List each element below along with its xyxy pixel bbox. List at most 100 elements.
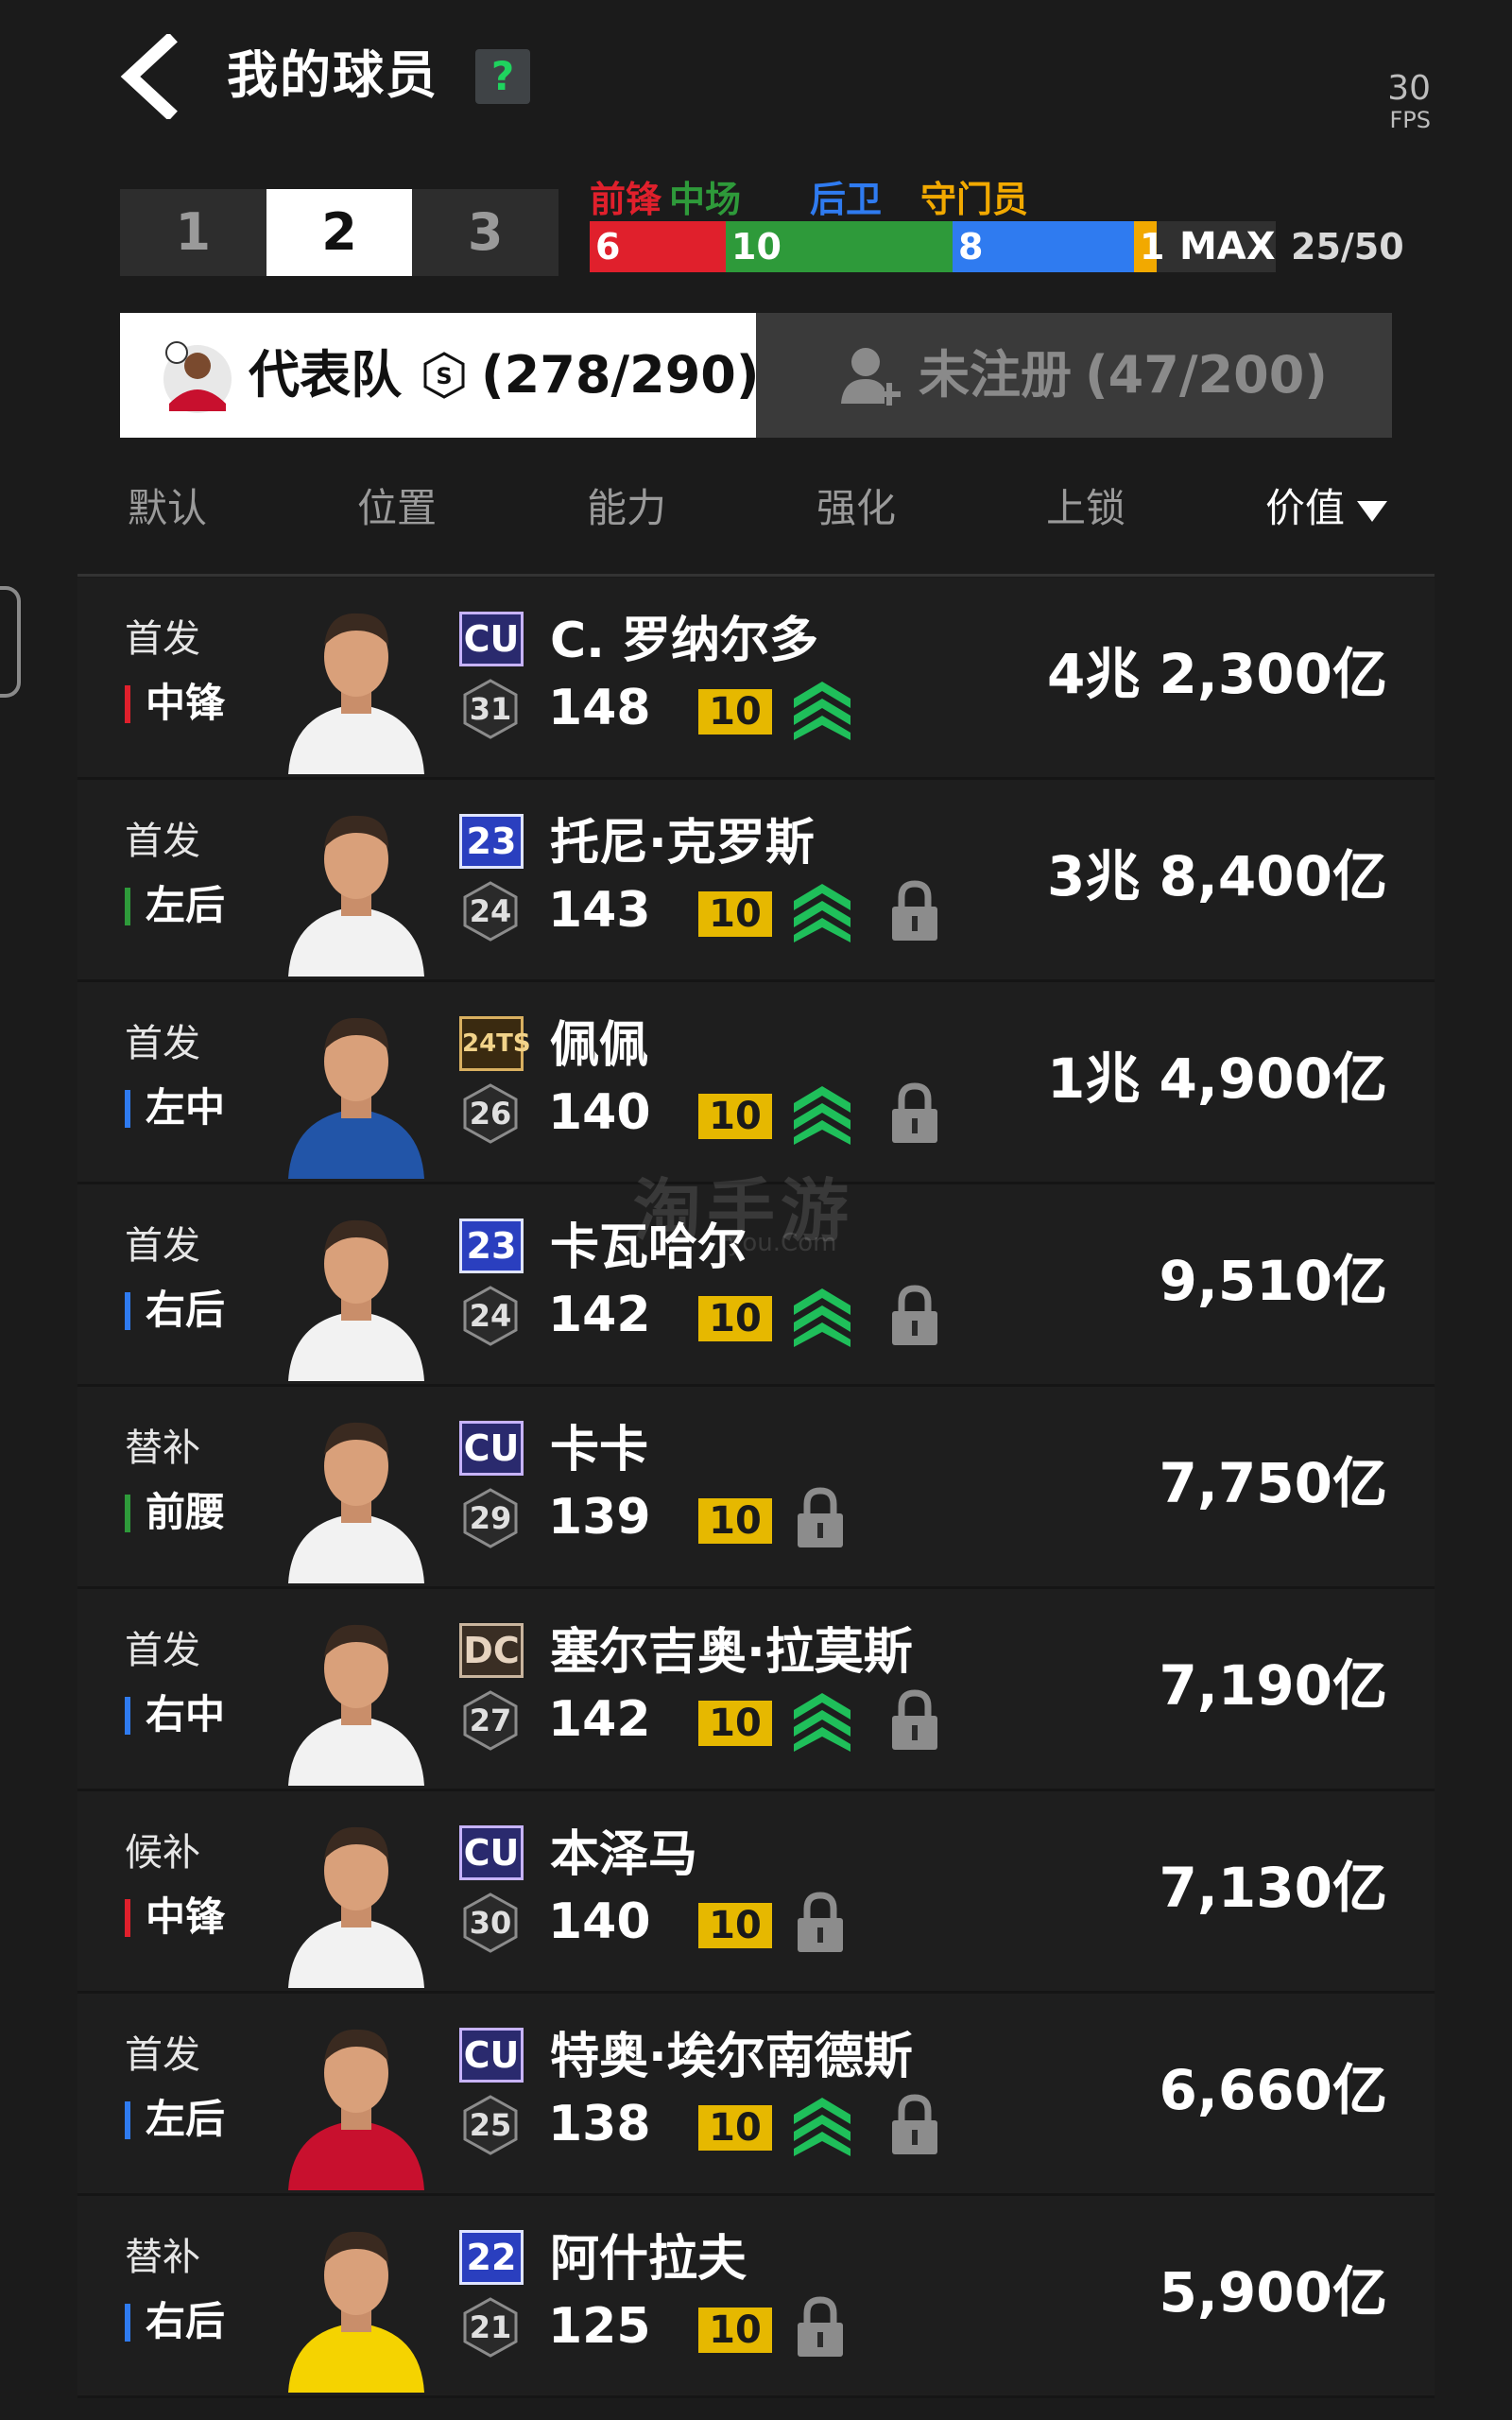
upgrade-chevrons-icon [794,2098,850,2156]
card-type-badge: CU [459,2028,524,2083]
player-row[interactable]: 候补 中锋 CU 30 本泽马 140 10 7,130亿 [77,1791,1435,1994]
lock-icon[interactable] [794,2296,847,2359]
add-user-icon [841,348,901,406]
card-type-badge: DC [459,1623,524,1678]
position-label-defender[interactable]: 后卫 [810,170,882,222]
lock-icon[interactable] [888,1689,941,1752]
player-row[interactable]: 替补 右后 22 21 阿什拉夫 125 10 5,900亿 [77,2196,1435,2398]
sort-position[interactable]: 位置 [357,473,437,544]
position-count-bar: 6 10 8 1 [590,221,1276,272]
player-status: 首发 [125,1224,200,1268]
position-count-segment: 8 [953,221,1134,272]
player-position: 左中 [125,1084,225,1132]
card-type-badge: 23 [459,1219,524,1273]
player-ovr: 142 [548,1287,651,1343]
side-drawer-handle[interactable] [0,586,21,698]
level-hexagon-icon: 27 [463,1690,518,1751]
player-value: 1兆 4,900亿 [1046,1046,1387,1111]
position-label-midfield[interactable]: 中场 [669,170,741,222]
player-name: 佩佩 [550,1017,649,1074]
player-position: 左后 [125,2096,225,2143]
upgrade-chevrons-icon [794,1693,850,1752]
player-name: 卡卡 [550,1422,649,1478]
card-type-badge: 23 [459,814,524,869]
player-position: 前腰 [125,1489,225,1536]
position-count-segment: 1 [1134,221,1164,272]
fps-value: 30 [1387,69,1431,108]
player-ovr: 143 [548,882,651,939]
player-value: 3兆 8,400亿 [1046,844,1387,908]
triangle-down-icon [1357,500,1388,522]
player-value: 5,900亿 [1159,2260,1387,2325]
help-button[interactable]: ? [475,49,530,104]
card-type-badge: CU [459,612,524,666]
boost-level-badge: 10 [698,689,772,735]
lock-icon[interactable] [888,1082,941,1145]
player-ovr: 138 [548,2096,651,2152]
fps-counter: 30 FPS [1370,69,1431,133]
player-row[interactable]: 首发 中锋 CU 31 C. 罗纳尔多 148 10 4兆 2,300亿 [77,578,1435,780]
player-status: 首发 [125,1022,200,1065]
boost-level-badge: 10 [698,1701,772,1746]
tab-registered-squad[interactable]: 代表队 S (278/290) [120,313,760,438]
sort-enhance[interactable]: 强化 [816,473,896,544]
tab-unregistered[interactable]: 未注册 (47/200) [756,313,1392,438]
player-ovr: 142 [548,1691,651,1748]
player-row[interactable]: 首发 左中 24TS 26 佩佩 140 10 1兆 4,900亿 [77,982,1435,1184]
player-ovr: 139 [548,1489,651,1546]
player-value: 7,750亿 [1159,1451,1387,1515]
sort-default[interactable]: 默认 [128,473,207,544]
lock-icon[interactable] [794,1892,847,1954]
sort-value[interactable]: 价值 [1265,473,1388,544]
position-count-segment: 10 [726,221,953,272]
player-row[interactable]: 首发 左后 23 24 托尼·克罗斯 143 10 3兆 8,400亿 [77,780,1435,982]
player-level: 21 [470,2309,512,2345]
back-button[interactable] [113,32,189,121]
player-position: 左后 [125,882,225,929]
player-photo [288,2029,424,2190]
player-row[interactable]: 首发 右中 DC 27 塞尔吉奥·拉莫斯 142 10 7,190亿 [77,1589,1435,1791]
page-tab-2[interactable]: 2 [266,189,413,276]
player-level: 30 [470,1905,512,1941]
lock-icon[interactable] [888,880,941,942]
player-row[interactable]: 首发 左后 CU 25 特奥·埃尔南德斯 138 10 6,660亿 [77,1994,1435,2196]
player-photo [288,1624,424,1786]
level-hexagon-icon: 29 [463,1488,518,1548]
page-tab-3[interactable]: 3 [412,189,558,276]
lock-icon[interactable] [888,1285,941,1347]
upgrade-chevrons-icon [794,1288,850,1347]
sort-lock[interactable]: 上锁 [1046,473,1125,544]
player-position: 中锋 [125,680,225,727]
lock-icon[interactable] [888,2094,941,2156]
player-row[interactable]: 替补 前腰 CU 29 卡卡 139 10 7,750亿 [77,1387,1435,1589]
player-name: 托尼·克罗斯 [550,815,815,872]
position-label-forward[interactable]: 前锋 [590,170,662,222]
boost-level-badge: 10 [698,1903,772,1948]
player-position: 右中 [125,1691,225,1738]
player-position: 中锋 [125,1893,225,1941]
sort-options: 默认 位置 能力 强化 上锁 价值 [120,473,1392,544]
boost-level-badge: 10 [698,891,772,937]
unregistered-tab-count: (47/200) [1085,345,1328,405]
lock-icon[interactable] [794,1487,847,1549]
max-label: MAX [1179,225,1276,268]
player-value: 7,190亿 [1159,1653,1387,1718]
player-level: 24 [470,1298,512,1334]
squad-tab-count: (278/290) [481,345,760,405]
position-label-goalkeeper[interactable]: 守门员 [920,170,1028,222]
level-hexagon-icon: 25 [463,2095,518,2155]
boost-level-badge: 10 [698,2105,772,2151]
sort-ability[interactable]: 能力 [587,473,666,544]
boost-level-badge: 10 [698,1094,772,1139]
page-tab-1[interactable]: 1 [120,189,266,276]
player-status: 首发 [125,2033,200,2077]
boost-level-badge: 10 [698,1296,772,1341]
player-status: 替补 [125,2236,200,2279]
level-hexagon-icon: 26 [463,1083,518,1144]
upgrade-chevrons-icon [794,884,850,942]
player-ovr: 140 [548,1084,651,1141]
list-divider [77,574,1435,577]
player-status: 替补 [125,1426,200,1470]
player-level: 31 [470,691,512,727]
team-crest-icon [163,341,232,413]
